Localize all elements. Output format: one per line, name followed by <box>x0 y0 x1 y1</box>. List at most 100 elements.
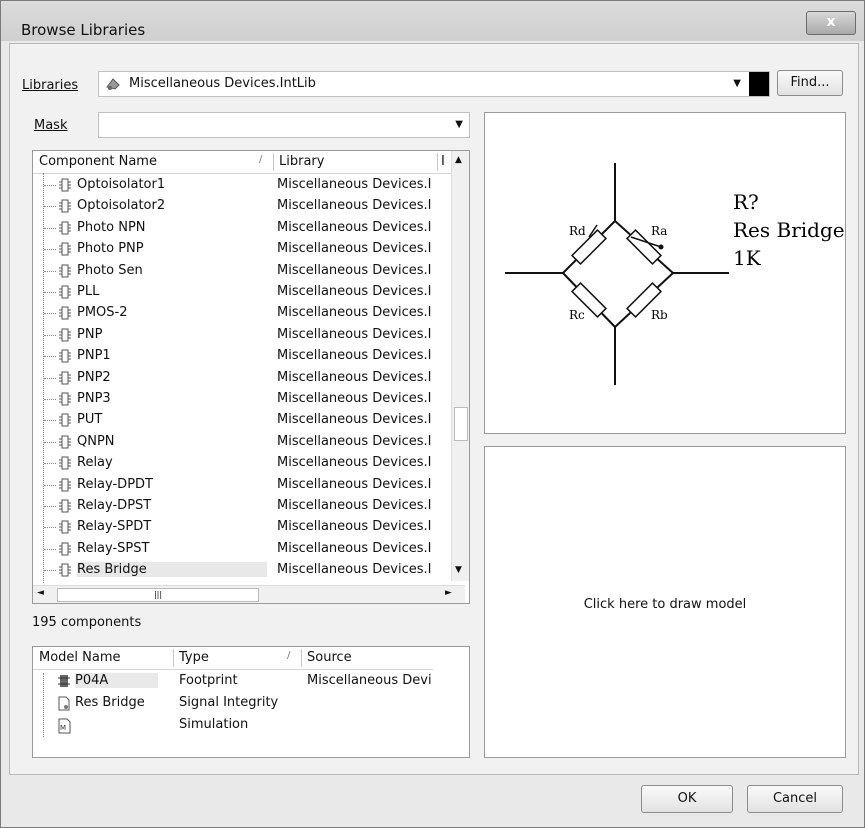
component-library: Miscellaneous Devices.I <box>277 177 432 192</box>
color-swatch[interactable] <box>749 72 769 96</box>
tree-branch <box>44 506 56 507</box>
browse-libraries-window: Browse Libraries x Libraries Miscellaneo… <box>0 0 865 828</box>
close-button[interactable]: x <box>806 11 856 35</box>
model-row[interactable]: Res Bridge Signal Integrity <box>33 693 453 714</box>
component-row[interactable]: PNP2 Miscellaneous Devices.I <box>33 368 445 389</box>
vertical-scrollbar[interactable]: ▲ ▼ <box>451 151 469 581</box>
component-row[interactable]: Photo PNP Miscellaneous Devices.I <box>33 239 445 260</box>
libraries-label: Libraries <box>22 78 79 93</box>
component-name: Optoisolator1 <box>77 177 166 192</box>
component-library: Miscellaneous Devices.I <box>277 262 432 278</box>
component-icon <box>59 242 71 256</box>
model-type: Signal Integrity <box>179 695 279 710</box>
component-row[interactable]: Res Bridge Miscellaneous Devices.I <box>33 560 445 581</box>
col-type[interactable]: Type <box>179 650 209 665</box>
mask-label: Mask <box>34 118 68 133</box>
component-name: Res Bridge <box>77 562 267 578</box>
label-rb: Rb <box>651 308 668 322</box>
component-name: Photo Sen <box>77 262 143 278</box>
symbol-preview[interactable]: Rd Ra Rc Rb R? Res Bridge 1K <box>484 112 846 434</box>
component-row[interactable]: PNP1 Miscellaneous Devices.I <box>33 346 445 367</box>
col-extra[interactable]: I <box>441 154 445 169</box>
component-name: Optoisolator2 <box>77 198 166 214</box>
component-name: Photo NPN <box>77 219 146 235</box>
component-library: Miscellaneous Devices.I <box>277 455 432 471</box>
component-icon <box>59 542 71 556</box>
component-library: Miscellaneous Devices.I <box>277 498 432 513</box>
tree-branch <box>44 334 56 336</box>
sort-icon: / <box>287 650 291 661</box>
component-library: Miscellaneous Devices.I <box>277 391 432 406</box>
component-list-header: Component Name / Library I <box>33 151 451 174</box>
component-name: PMOS-2 <box>77 305 128 321</box>
component-library: Miscellaneous Devices.I <box>277 519 432 535</box>
component-icon <box>59 178 71 192</box>
model-type: Footprint <box>179 673 238 688</box>
horizontal-scrollbar[interactable]: ◄ ||| ► <box>33 585 465 603</box>
col-library[interactable]: Library <box>279 154 324 169</box>
col-component-name[interactable]: Component Name <box>39 154 157 169</box>
component-row[interactable]: PMOS-2 Miscellaneous Devices.I <box>33 303 445 324</box>
component-icon <box>59 563 71 577</box>
component-icon <box>59 499 71 513</box>
tree-branch <box>44 292 56 293</box>
component-row[interactable]: Relay-DPDT Miscellaneous Devices.I <box>33 475 445 496</box>
col-sep <box>301 649 302 667</box>
component-library: Miscellaneous Devices.I <box>277 476 432 492</box>
component-row[interactable]: Optoisolator1 Miscellaneous Devices.I <box>33 175 445 196</box>
model-list[interactable]: Model Name Type / Source P04A Footprint … <box>32 646 470 758</box>
component-row[interactable]: Relay-SPST Miscellaneous Devices.I <box>33 539 445 560</box>
find-button[interactable]: Find... <box>777 70 843 96</box>
component-row[interactable]: Relay Miscellaneous Devices.I <box>33 453 445 474</box>
col-source[interactable]: Source <box>307 650 352 665</box>
label-rc: Rc <box>569 308 585 322</box>
component-library: Miscellaneous Devices.I <box>277 562 432 578</box>
tree-branch <box>44 206 56 208</box>
label-ra: Ra <box>651 224 667 238</box>
component-row[interactable]: PLL Miscellaneous Devices.I <box>33 282 445 303</box>
cancel-button[interactable]: Cancel <box>747 785 843 813</box>
col-model-name[interactable]: Model Name <box>39 650 121 665</box>
chevron-down-icon: ▼ <box>733 78 741 89</box>
model-preview[interactable]: Click here to draw model <box>484 446 846 758</box>
component-icon <box>59 456 71 470</box>
component-row[interactable]: Photo Sen Miscellaneous Devices.I <box>33 261 445 282</box>
scroll-right-icon[interactable]: ► <box>445 588 452 598</box>
ok-button[interactable]: OK <box>641 785 733 813</box>
component-icon <box>59 371 71 385</box>
component-icon <box>59 435 71 449</box>
component-library: Miscellaneous Devices.I <box>277 540 432 556</box>
tree-branch <box>44 377 56 379</box>
component-row[interactable]: QNPN Miscellaneous Devices.I <box>33 432 445 453</box>
component-row[interactable]: Optoisolator2 Miscellaneous Devices.I <box>33 196 445 217</box>
component-row[interactable]: PNP Miscellaneous Devices.I <box>33 325 445 346</box>
component-icon <box>59 264 71 278</box>
library-icon <box>106 78 120 90</box>
component-row[interactable]: PUT Miscellaneous Devices.I <box>33 410 445 431</box>
footprint-icon <box>58 675 70 687</box>
component-icon <box>59 413 71 427</box>
scroll-up-icon[interactable]: ▲ <box>455 155 462 165</box>
tree-branch <box>44 463 56 465</box>
libraries-combo[interactable]: Miscellaneous Devices.IntLib ▼ <box>98 71 770 97</box>
tree-branch <box>44 441 56 443</box>
component-library: Miscellaneous Devices.I <box>277 326 432 342</box>
scroll-down-icon[interactable]: ▼ <box>455 565 462 575</box>
component-row[interactable]: PNP3 Miscellaneous Devices.I <box>33 389 445 410</box>
component-list[interactable]: Component Name / Library I Optoisolator1… <box>32 150 470 604</box>
draw-model-hint[interactable]: Click here to draw model <box>485 597 845 612</box>
component-row[interactable]: Relay-DPST Miscellaneous Devices.I <box>33 496 445 517</box>
component-row[interactable]: Photo NPN Miscellaneous Devices.I <box>33 218 445 239</box>
scroll-thumb-h[interactable]: ||| <box>57 588 259 602</box>
label-rd: Rd <box>569 224 586 238</box>
tree-branch <box>44 570 56 572</box>
model-row[interactable]: P04A Footprint Miscellaneous Devi <box>33 671 453 692</box>
model-row[interactable]: M Simulation <box>33 715 453 736</box>
signal-icon <box>58 696 70 711</box>
component-name: PUT <box>77 412 103 428</box>
mask-combo[interactable]: ▼ <box>98 112 470 138</box>
scroll-left-icon[interactable]: ◄ <box>37 588 44 598</box>
component-library: Miscellaneous Devices.I <box>277 219 432 235</box>
scroll-thumb[interactable] <box>454 407 468 441</box>
component-row[interactable]: Relay-SPDT Miscellaneous Devices.I <box>33 517 445 538</box>
